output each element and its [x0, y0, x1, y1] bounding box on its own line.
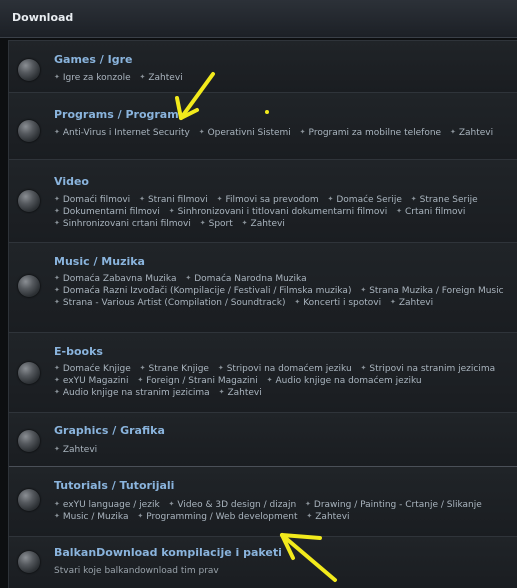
forum-row-graphics[interactable]: Graphics / Grafika Zahtevi	[9, 412, 517, 466]
annotation-dot	[265, 110, 269, 114]
subforum-link[interactable]: Operativni Sistemi	[199, 127, 291, 139]
subforum-link[interactable]: Domaća Narodna Muzika	[185, 273, 306, 285]
subforum-link[interactable]: Strane Knjige	[140, 363, 209, 375]
forum-title-balkandownload[interactable]: BalkanDownload kompilacije i paketi	[54, 546, 282, 559]
forum-status-icon	[18, 430, 40, 452]
category-header: Download	[0, 0, 517, 38]
forum-status-icon	[18, 59, 40, 81]
forum-title-programs[interactable]: Programs / Programi	[54, 108, 182, 121]
subforum-link[interactable]: Stripovi na stranim jezicima	[361, 363, 495, 375]
subforum-link[interactable]: Crtani filmovi	[396, 206, 465, 218]
subforum-link[interactable]: Filmovi sa prevodom	[217, 194, 318, 206]
subforum-link[interactable]: Strani filmovi	[139, 194, 208, 206]
forum-status-icon	[18, 362, 40, 384]
forum-title-video[interactable]: Video	[54, 175, 89, 188]
subforum-link[interactable]: Drawing / Painting - Crtanje / Slikanje	[305, 499, 482, 511]
forum-title-music[interactable]: Music / Muzika	[54, 255, 145, 268]
subforum-link[interactable]: Music / Muzika	[54, 511, 129, 523]
subforum-link[interactable]: Programming / Web development	[137, 511, 297, 523]
forum-row-balkandownload[interactable]: BalkanDownload kompilacije i paketi Stva…	[9, 536, 517, 588]
forum-list: Games / Igre Igre za konzole Zahtevi Pro…	[8, 40, 517, 588]
subforum-link[interactable]: Stripovi na domaćem jeziku	[218, 363, 352, 375]
subforum-link[interactable]: Koncerti i spotovi	[294, 297, 381, 309]
subforum-link[interactable]: Audio knjige na domaćem jeziku	[267, 375, 422, 387]
subforum-link[interactable]: Strana - Various Artist (Compilation / S…	[54, 297, 286, 309]
subforum-link[interactable]: Zahtevi	[450, 127, 493, 139]
subforum-link[interactable]: Igre za konzole	[54, 72, 131, 84]
subforum-link[interactable]: Zahtevi	[140, 72, 182, 84]
subforum-link[interactable]: exYU language / jezik	[54, 499, 160, 511]
subforum-link[interactable]: exYU Magazini	[54, 375, 129, 387]
subforum-link[interactable]: Video & 3D design / dizajn	[169, 499, 296, 511]
subforum-link[interactable]: Anti-Virus i Internet Security	[54, 127, 190, 139]
subforum-link[interactable]: Audio knjige na stranim jezicima	[54, 387, 210, 399]
forum-row-programs[interactable]: Programs / Programi Anti-Virus i Interne…	[9, 92, 517, 159]
subforum-link[interactable]: Strane Serije	[411, 194, 478, 206]
forum-description: Stvari koje balkandownload tim prav	[54, 566, 219, 576]
subforum-link[interactable]: Zahtevi	[390, 297, 433, 309]
subforum-link[interactable]: Domaće Knjige	[54, 363, 131, 375]
forum-status-icon	[18, 275, 40, 297]
forum-status-icon	[18, 489, 40, 511]
subforum-link[interactable]: Domaća Razni Izvođači (Kompilacije / Fes…	[54, 285, 352, 297]
forum-status-icon	[18, 120, 40, 142]
forum-status-icon	[18, 190, 40, 212]
forum-row-tutorials[interactable]: Tutorials / Tutorijali exYU language / j…	[9, 466, 517, 536]
forum-status-icon	[18, 551, 40, 573]
subforum-link[interactable]: Domaće Serije	[327, 194, 402, 206]
subforum-link[interactable]: Domaća Zabavna Muzika	[54, 273, 177, 285]
subforum-link[interactable]: Sinhronizovani i titlovani dokumentarni …	[169, 206, 388, 218]
subforum-link[interactable]: Zahtevi	[219, 387, 261, 399]
subforum-link[interactable]: Programi za mobilne telefone	[300, 127, 442, 139]
subforum-link[interactable]: Dokumentarni filmovi	[54, 206, 160, 218]
subforum-link[interactable]: Zahtevi	[242, 218, 285, 230]
forum-title-ebooks[interactable]: E-books	[54, 345, 103, 358]
subforum-link[interactable]: Zahtevi	[306, 511, 349, 523]
subforum-link[interactable]: Domaći filmovi	[54, 194, 130, 206]
forum-row-music[interactable]: Music / Muzika Domaća Zabavna Muzika Dom…	[9, 242, 517, 332]
subforum-link[interactable]: Sport	[200, 218, 233, 230]
subforum-link[interactable]: Sinhronizovani crtani filmovi	[54, 218, 191, 230]
subforum-link[interactable]: Strana Muzika / Foreign Music	[360, 285, 503, 297]
forum-row-games[interactable]: Games / Igre Igre za konzole Zahtevi	[9, 40, 517, 92]
subforum-link[interactable]: Zahtevi	[54, 444, 97, 456]
forum-row-video[interactable]: Video Domaći filmovi Strani filmovi Film…	[9, 159, 517, 242]
forum-title-tutorials[interactable]: Tutorials / Tutorijali	[54, 479, 174, 492]
forum-title-games[interactable]: Games / Igre	[54, 53, 132, 66]
subforum-link[interactable]: Foreign / Strani Magazini	[137, 375, 258, 387]
forum-title-graphics[interactable]: Graphics / Grafika	[54, 424, 165, 437]
forum-row-ebooks[interactable]: E-books Domaće Knjige Strane Knjige Stri…	[9, 332, 517, 412]
category-title: Download	[12, 11, 74, 24]
